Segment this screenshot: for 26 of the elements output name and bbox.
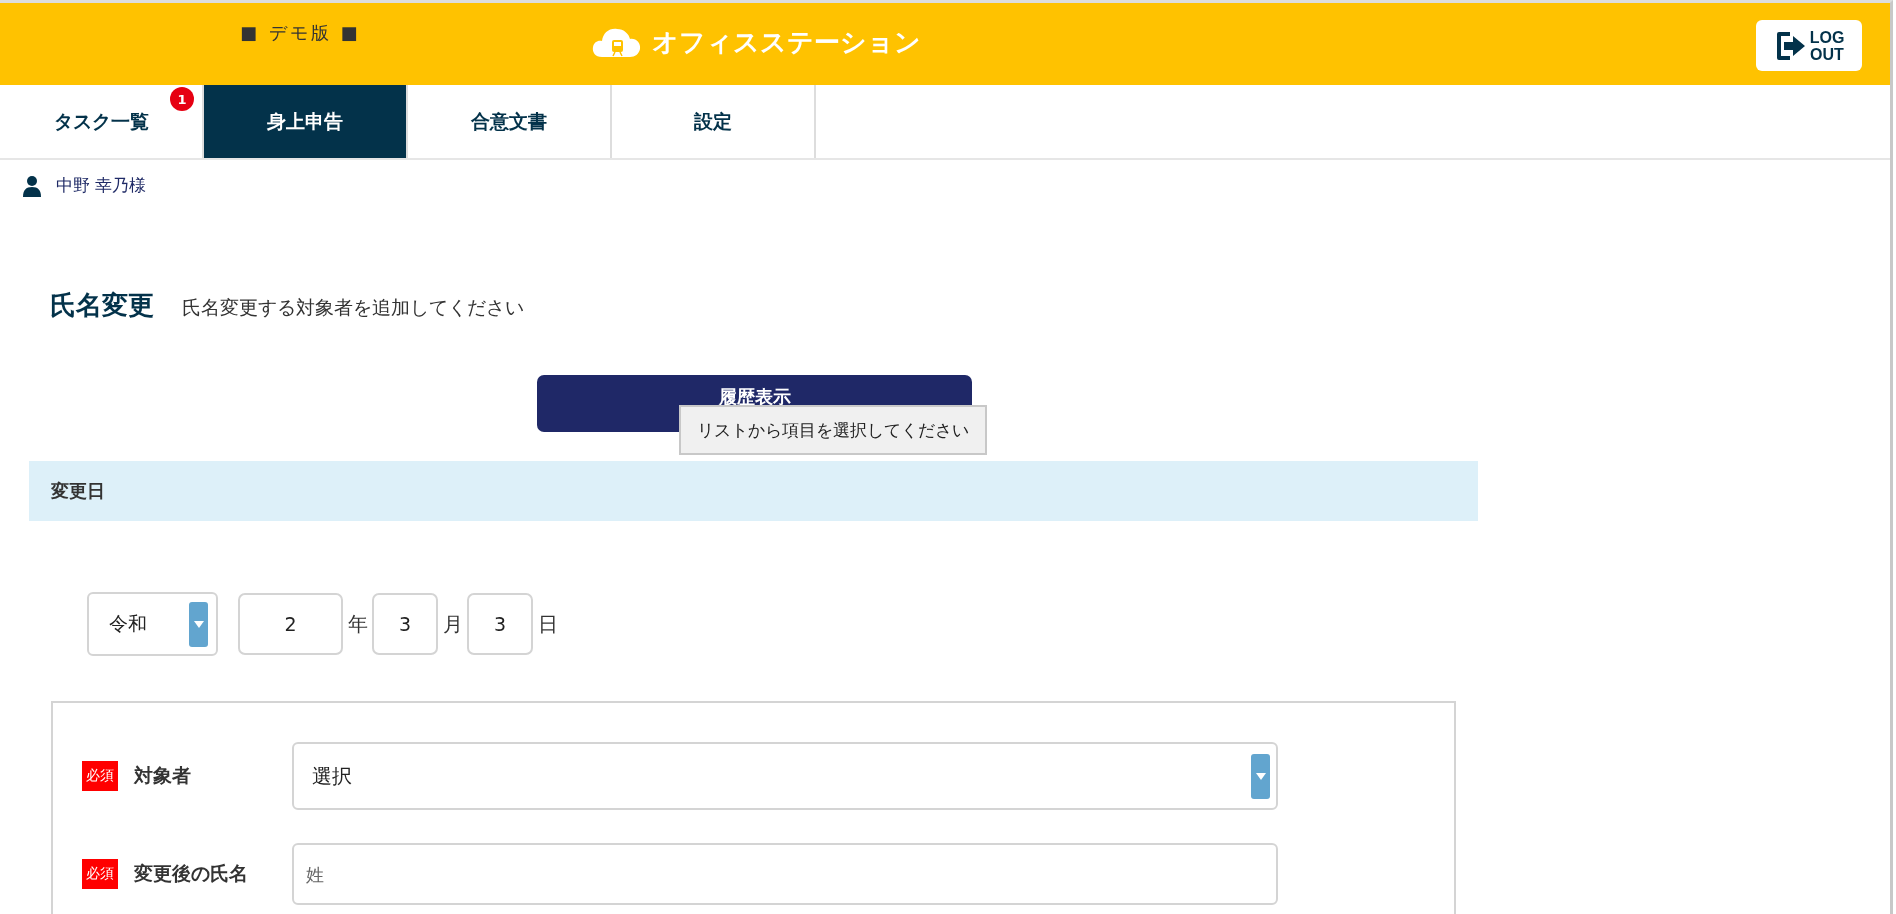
dropdown-caret-icon [1251, 753, 1270, 799]
target-select[interactable]: 選択 [292, 742, 1278, 810]
date-input-field[interactable]: 2 [238, 593, 343, 655]
notification-badge: 1 [170, 87, 194, 111]
date-unit: 年 [346, 610, 369, 638]
required-tag: 必須 [82, 859, 118, 889]
name-input-field[interactable]: 姓 [292, 843, 1278, 905]
date-unit: 月 [441, 610, 464, 638]
user-name: 中野 幸乃様 [56, 174, 147, 197]
section-description: 氏名変更する対象者を追加してください [182, 295, 524, 320]
logout-button[interactable]: LOG OUT [1756, 20, 1862, 71]
section-header: 変更日 [29, 461, 1478, 521]
user-icon [22, 174, 42, 197]
field-label: 変更後の氏名 [134, 861, 249, 886]
tooltip: リストから項目を選択してください [679, 405, 987, 455]
field-label: 対象者 [134, 763, 192, 788]
required-tag: 必須 [82, 761, 118, 791]
section-title: 氏名変更 [50, 289, 154, 322]
nav-tab[interactable]: 身上申告 [204, 85, 408, 158]
date-input-field[interactable]: 3 [372, 593, 438, 655]
dropdown-caret-icon [189, 601, 208, 647]
demo-label: ■ デモ版 ■ [240, 21, 361, 45]
date-unit: 日 [536, 610, 559, 638]
date-input-field[interactable]: 3 [467, 593, 533, 655]
logo-text: オフィスステーション [652, 25, 921, 59]
era-select[interactable]: 令和 [87, 592, 218, 656]
